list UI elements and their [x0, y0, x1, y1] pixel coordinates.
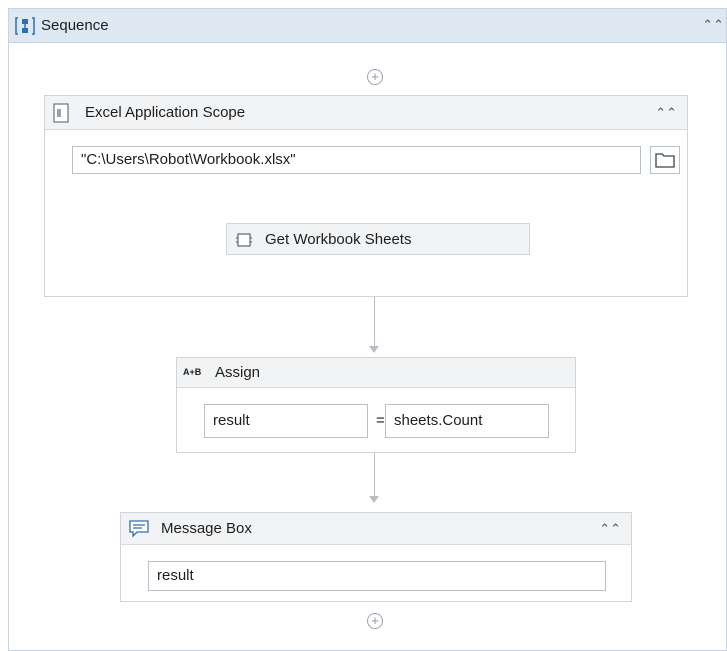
- sequence-icon: [15, 17, 35, 35]
- double-chevron-up-icon[interactable]: ⌃⌃: [599, 521, 621, 537]
- arrow-down-icon: [369, 346, 379, 353]
- excel-scope-icon: [53, 103, 69, 123]
- excel-scope-title: Excel Application Scope: [85, 104, 246, 121]
- message-box-header[interactable]: Message Box ⌃⌃: [121, 513, 631, 545]
- connector-line: [374, 297, 375, 347]
- message-icon: [129, 520, 149, 538]
- sheets-icon: [236, 233, 252, 247]
- assign-value-field[interactable]: sheets.Count: [385, 404, 549, 438]
- get-workbook-sheets-label: Get Workbook Sheets: [265, 231, 412, 248]
- browse-folder-button[interactable]: [650, 146, 680, 174]
- double-chevron-up-icon[interactable]: ⌃⌃: [702, 17, 724, 33]
- sequence-container[interactable]: Sequence ⌃⌃ + Excel Application Scope ⌃⌃…: [8, 8, 727, 651]
- message-text-field[interactable]: result: [148, 561, 606, 591]
- assign-title: Assign: [215, 364, 261, 381]
- assign-to-field[interactable]: result: [204, 404, 368, 438]
- message-box-title: Message Box: [161, 520, 252, 537]
- sequence-header[interactable]: Sequence ⌃⌃: [9, 9, 726, 43]
- excel-application-scope-card[interactable]: Excel Application Scope ⌃⌃ "C:\Users\Rob…: [44, 95, 688, 297]
- folder-icon: [655, 153, 675, 168]
- arrow-down-icon: [369, 496, 379, 503]
- add-activity-bottom-icon[interactable]: +: [367, 613, 383, 629]
- sequence-title: Sequence: [41, 17, 109, 34]
- double-chevron-up-icon[interactable]: ⌃⌃: [655, 105, 677, 121]
- equals-sign: =: [376, 412, 385, 429]
- assign-card[interactable]: A+B Assign result = sheets.Count: [176, 357, 576, 453]
- get-workbook-sheets-activity[interactable]: Get Workbook Sheets: [226, 223, 530, 255]
- excel-scope-header[interactable]: Excel Application Scope ⌃⌃: [45, 96, 687, 130]
- assign-badge-icon: A+B: [183, 367, 202, 377]
- workbook-path-field[interactable]: "C:\Users\Robot\Workbook.xlsx": [72, 146, 641, 174]
- message-box-card[interactable]: Message Box ⌃⌃ result: [120, 512, 632, 602]
- connector-line: [374, 453, 375, 497]
- assign-header[interactable]: A+B Assign: [177, 358, 575, 388]
- add-activity-top-icon[interactable]: +: [367, 69, 383, 85]
